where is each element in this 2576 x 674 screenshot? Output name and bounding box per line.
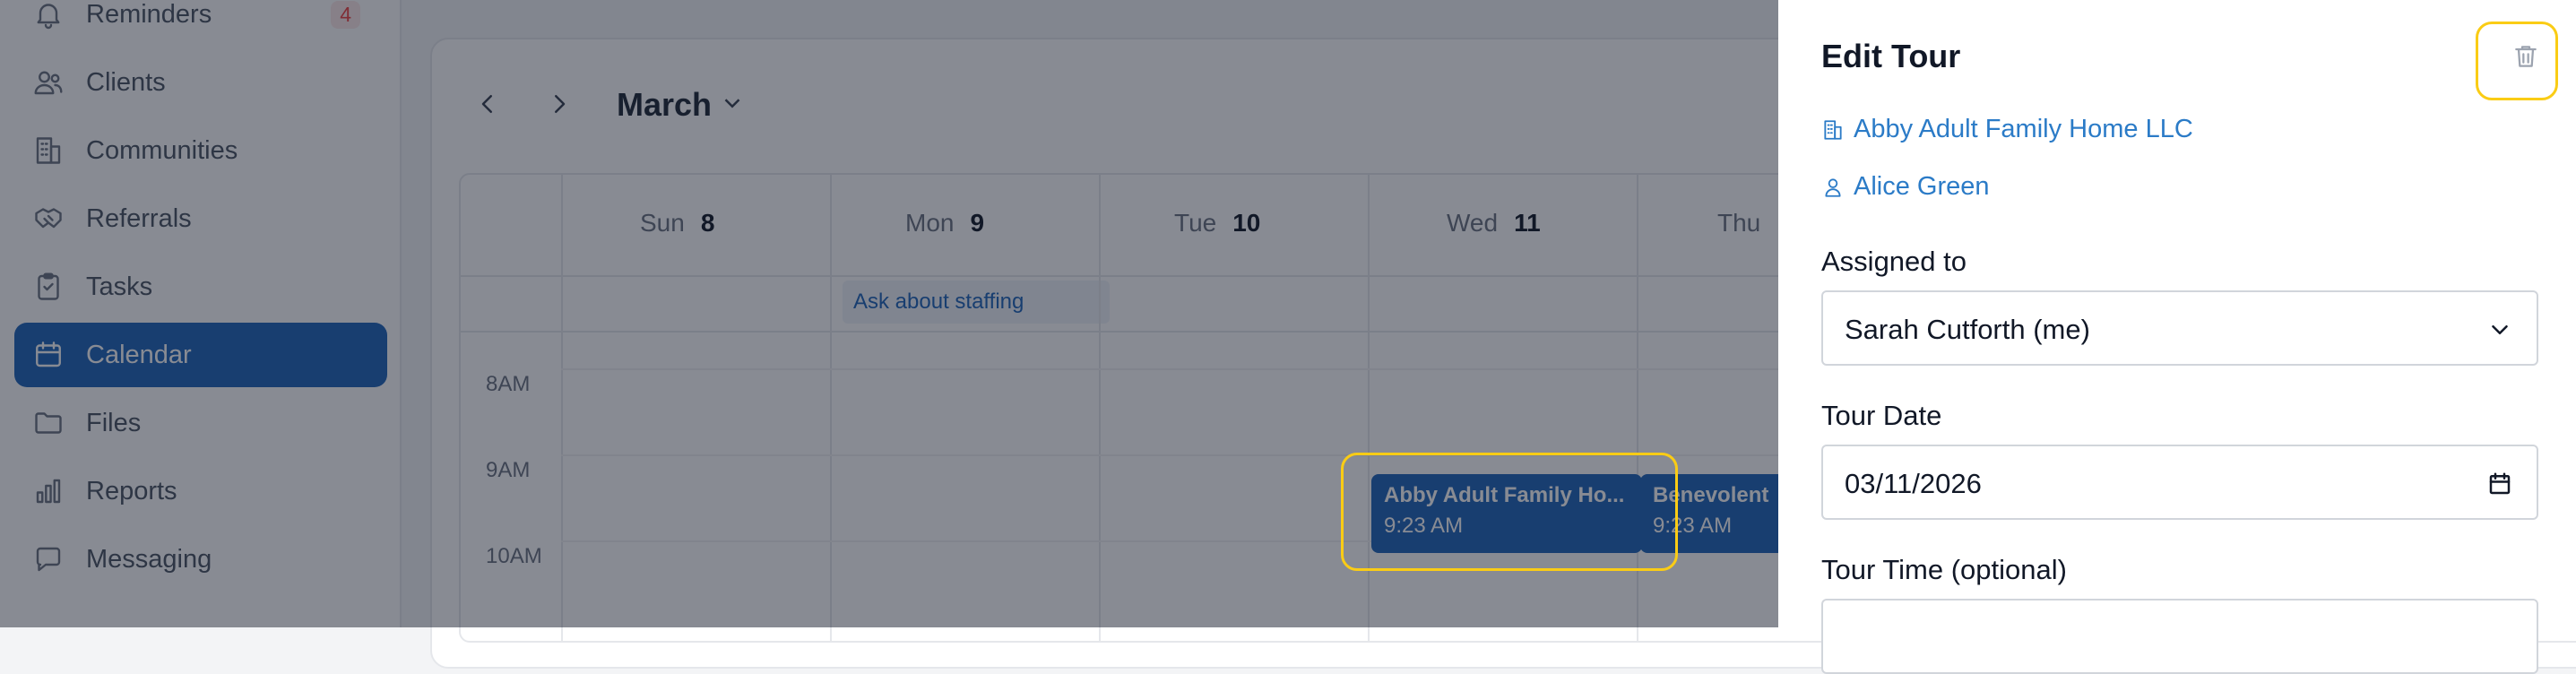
delete-button-highlight (2476, 22, 2558, 100)
client-link-text: Alice Green (1854, 172, 1990, 201)
community-link[interactable]: Abby Adult Family Home LLC (1821, 115, 2193, 144)
tour-date-input[interactable]: 03/11/2026 (1821, 445, 2538, 520)
assigned-to-select[interactable]: Sarah Cutforth (me) (1821, 290, 2538, 366)
tour-date-value: 03/11/2026 (1845, 468, 1982, 499)
tour-date-label: Tour Date (1821, 400, 1942, 431)
edit-tour-drawer: Edit Tour Abby Adult Family Home LLC Ali… (1778, 0, 2576, 674)
tour-time-label: Tour Time (optional) (1821, 554, 2067, 585)
client-link[interactable]: Alice Green (1821, 172, 1990, 202)
community-link-text: Abby Adult Family Home LLC (1854, 115, 2193, 143)
user-icon (1825, 177, 1841, 197)
drawer-title: Edit Tour (1821, 38, 1961, 74)
building-icon (1824, 119, 1842, 140)
calendar-icon[interactable] (2486, 471, 2513, 497)
assigned-to-label: Assigned to (1821, 246, 1967, 277)
tour-time-input[interactable] (1821, 599, 2538, 674)
chevron-down-icon (2492, 325, 2508, 334)
selected-event-highlight (1341, 453, 1678, 571)
assigned-to-value: Sarah Cutforth (me) (1845, 314, 2090, 345)
